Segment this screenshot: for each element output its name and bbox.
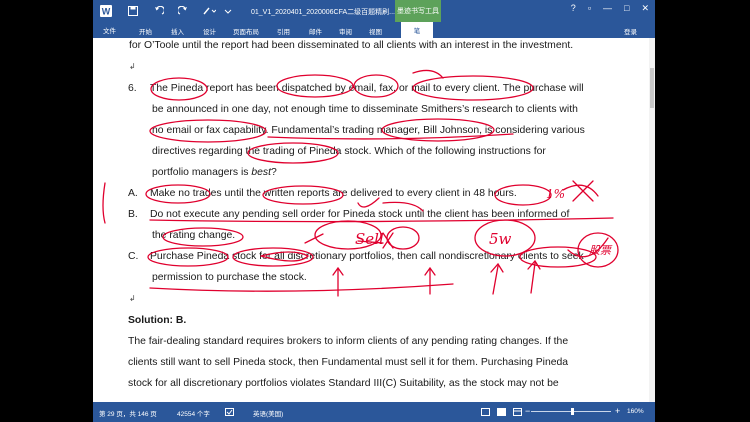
document-page: for O’Toole until the report had been di… <box>93 38 655 402</box>
text-line: The fair-dealing standard requires broke… <box>128 336 569 347</box>
zoom-out-button[interactable]: − <box>525 406 530 416</box>
text-line: portfolio managers is best? <box>152 167 277 178</box>
print-layout-icon[interactable] <box>497 408 506 418</box>
paragraph-mark: ↲ <box>129 62 136 71</box>
status-bar: 第 29 页，共 146 页 42554 个字 英语(美国) − + 160% <box>93 402 655 422</box>
ink-tools-context-label: 墨迹书写工具 <box>395 0 441 22</box>
page-count[interactable]: 第 29 页，共 146 页 <box>99 408 157 418</box>
zoom-in-button[interactable]: + <box>615 406 620 416</box>
ribbon-tabs: 文件 开始 插入 设计 页面布局 引用 邮件 审阅 视图 笔 登录 <box>93 22 655 38</box>
redo-icon[interactable] <box>177 4 189 18</box>
document-area[interactable]: for O’Toole until the report had been di… <box>93 38 655 402</box>
proofing-icon[interactable] <box>225 408 234 418</box>
text-line: be announced in one day, not enough time… <box>152 104 578 115</box>
option-label-b: B. <box>128 209 138 220</box>
vertical-scrollbar[interactable] <box>649 38 655 402</box>
tab-review[interactable]: 审阅 <box>339 26 352 36</box>
read-mode-icon[interactable] <box>481 408 490 418</box>
tab-references[interactable]: 引用 <box>277 26 290 36</box>
ribbon-display-options-icon[interactable]: ▫ <box>588 3 591 14</box>
text-line: for O’Toole until the report had been di… <box>129 40 574 51</box>
text-line: no email or fax capability. Fundamental’… <box>152 125 585 136</box>
save-icon[interactable] <box>127 4 139 18</box>
undo-icon[interactable] <box>153 4 165 18</box>
text-line: the rating change. <box>152 230 236 241</box>
maximize-icon[interactable]: □ <box>624 3 629 14</box>
option-label-a: A. <box>128 188 138 199</box>
text-line: stock for all discretionary portfolios v… <box>128 378 559 389</box>
language[interactable]: 英语(美国) <box>253 408 283 418</box>
question-number: 6. <box>128 83 137 94</box>
window-controls: ? ▫ — □ ✕ <box>571 3 649 14</box>
svg-text:W: W <box>102 7 111 17</box>
text-line: Purchase Pineda stock for all discretion… <box>150 251 584 262</box>
text-line: clients still want to sell Pineda stock,… <box>128 357 569 368</box>
tab-mailings[interactable]: 邮件 <box>309 26 322 36</box>
tab-design[interactable]: 设计 <box>203 26 216 36</box>
text-line: Make no trades until the written reports… <box>150 188 517 199</box>
word-count[interactable]: 42554 个字 <box>177 408 210 418</box>
text-line: permission to purchase the stock. <box>152 272 307 283</box>
ink-tool-icon[interactable] <box>201 4 217 18</box>
minimize-icon[interactable]: — <box>603 3 612 14</box>
text-line: Do not execute any pending sell order fo… <box>150 209 570 220</box>
tab-page-layout[interactable]: 页面布局 <box>233 26 259 36</box>
help-icon[interactable]: ? <box>571 3 576 14</box>
text-line: directives regarding the trading of Pine… <box>152 146 546 157</box>
close-icon[interactable]: ✕ <box>641 3 649 14</box>
web-layout-icon[interactable] <box>513 408 522 418</box>
tab-insert[interactable]: 插入 <box>171 26 184 36</box>
tab-view[interactable]: 视图 <box>369 26 382 36</box>
document-title: 01_V1_2020401_2020006CFA二级百题精刷... <box>251 9 395 16</box>
paragraph-mark: ↲ <box>129 294 136 303</box>
word-window: W 01_V1_2020401_2020006CFA二级百题精刷... 墨迹书写… <box>93 0 655 422</box>
zoom-slider-thumb[interactable] <box>571 408 574 415</box>
title-bar: W 01_V1_2020401_2020006CFA二级百题精刷... 墨迹书写… <box>93 0 655 22</box>
tab-home[interactable]: 开始 <box>139 26 152 36</box>
quick-access-more-icon[interactable] <box>223 4 233 18</box>
word-app-icon: W <box>99 4 113 18</box>
solution-heading: Solution: B. <box>128 315 187 326</box>
tab-pen[interactable]: 笔 <box>401 22 433 38</box>
zoom-level[interactable]: 160% <box>627 408 644 415</box>
tab-file[interactable]: 文件 <box>97 22 122 38</box>
text-line: The Pineda report has been dispatched by… <box>150 83 584 94</box>
option-label-c: C. <box>128 251 139 262</box>
sign-in-link[interactable]: 登录 <box>624 26 637 36</box>
scrollbar-thumb[interactable] <box>650 68 654 108</box>
